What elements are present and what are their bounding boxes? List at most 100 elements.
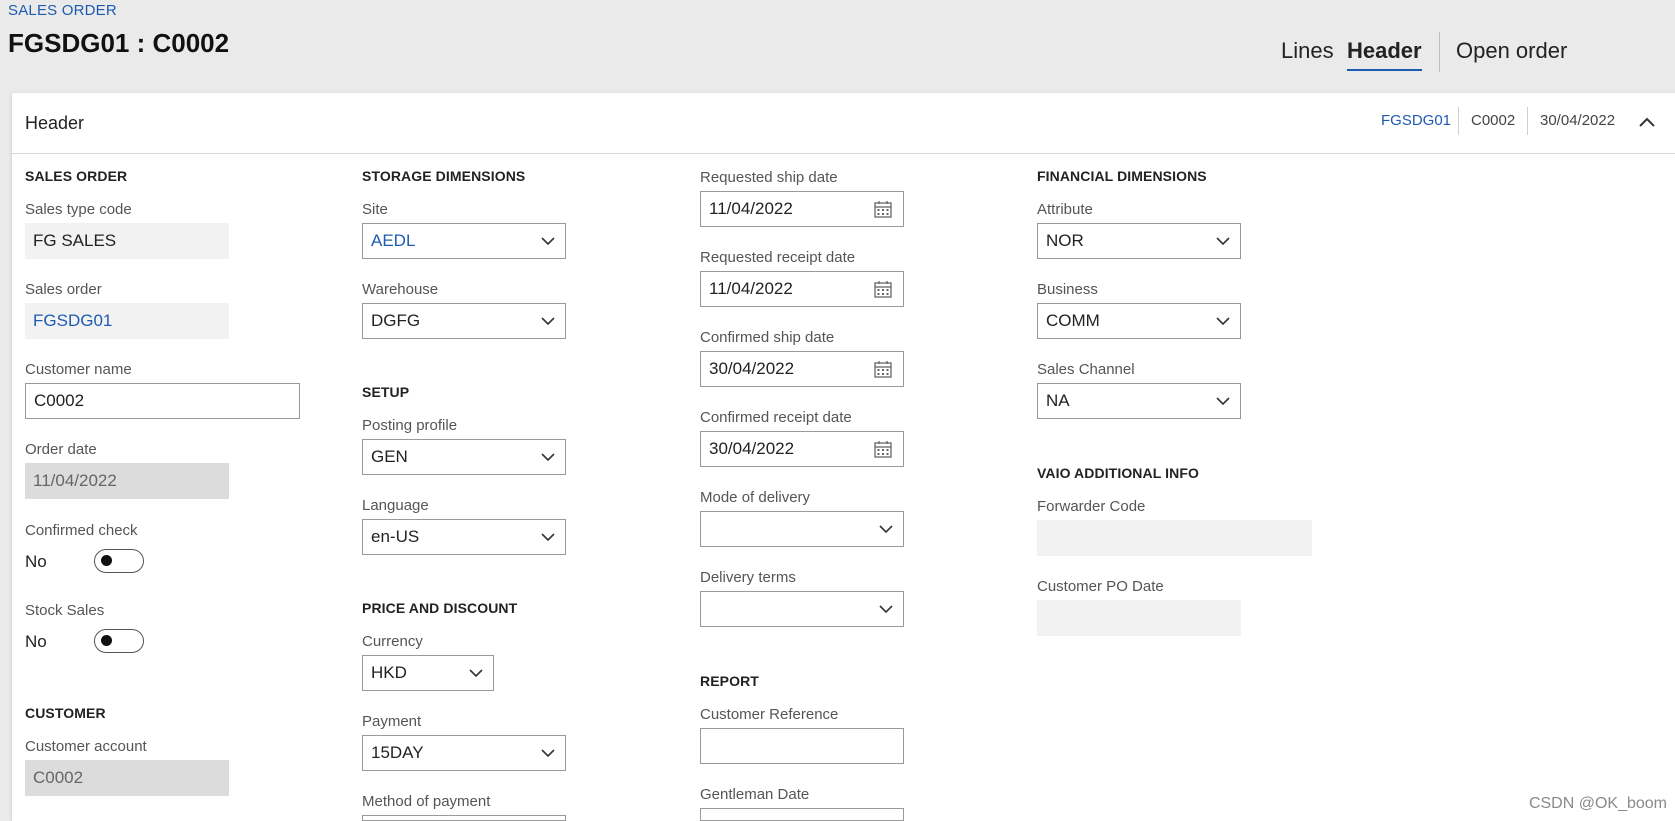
chevron-down-icon[interactable]	[541, 236, 555, 246]
tab-header[interactable]: Header	[1347, 38, 1422, 71]
sales-type-code-value: FG SALES	[33, 231, 117, 250]
attribute-value[interactable]: NOR	[1046, 231, 1216, 251]
chevron-down-icon[interactable]	[879, 524, 893, 534]
posting-profile-dropdown[interactable]: GEN	[362, 439, 566, 475]
customer-reference-input[interactable]	[700, 728, 904, 764]
tab-open-order[interactable]: Open order	[1456, 38, 1567, 64]
business-value[interactable]: COMM	[1046, 311, 1216, 331]
chevron-down-icon[interactable]	[541, 532, 555, 542]
language-dropdown[interactable]: en-US	[362, 519, 566, 555]
stock-sales-label: Stock Sales	[25, 602, 105, 619]
sales-order-value[interactable]: FGSDG01	[33, 311, 221, 331]
confirmed-receipt-date-value[interactable]: 30/04/2022	[709, 439, 873, 459]
posting-profile-value[interactable]: GEN	[371, 447, 541, 467]
sales-order-field[interactable]: FGSDG01	[25, 303, 229, 339]
confirmed-receipt-date-input[interactable]: 30/04/2022	[700, 431, 904, 467]
requested-ship-date-input[interactable]: 11/04/2022	[700, 191, 904, 227]
site-label: Site	[362, 201, 388, 218]
customer-account-label: Customer account	[25, 738, 147, 755]
customer-reference-label: Customer Reference	[700, 706, 839, 723]
customer-name-value[interactable]: C0002	[34, 391, 291, 411]
business-dropdown[interactable]: COMM	[1037, 303, 1241, 339]
posting-profile-label: Posting profile	[362, 417, 458, 434]
chevron-down-icon[interactable]	[1216, 316, 1230, 326]
customer-po-date-label: Customer PO Date	[1037, 578, 1164, 595]
requested-receipt-date-value[interactable]: 11/04/2022	[709, 279, 873, 299]
sales-order-label: Sales order	[25, 281, 102, 298]
watermark: CSDN @OK_boom	[1528, 795, 1667, 812]
mode-of-delivery-dropdown[interactable]	[700, 511, 904, 547]
sales-channel-dropdown[interactable]: NA	[1037, 383, 1241, 419]
site-value[interactable]: AEDL	[371, 231, 541, 251]
gentleman-date-input[interactable]	[700, 808, 904, 821]
customer-po-date-field	[1037, 600, 1241, 636]
section-heading-sales-order: SALES ORDER	[25, 168, 128, 184]
chevron-down-icon[interactable]	[1216, 396, 1230, 406]
payment-label: Payment	[362, 713, 422, 730]
requested-ship-date-label: Requested ship date	[700, 169, 838, 186]
currency-dropdown[interactable]: HKD	[362, 655, 494, 691]
confirmed-check-label: Confirmed check	[25, 522, 138, 539]
stock-sales-toggle[interactable]	[94, 629, 144, 653]
section-heading-setup: SETUP	[362, 384, 410, 400]
customer-name-label: Customer name	[25, 361, 132, 378]
currency-value[interactable]: HKD	[371, 663, 469, 683]
chevron-down-icon[interactable]	[879, 604, 893, 614]
attribute-label: Attribute	[1037, 201, 1093, 218]
tab-active-indicator	[1347, 69, 1422, 71]
section-heading-price-discount: PRICE AND DISCOUNT	[362, 600, 518, 616]
page-title: FGSDG01 : C0002	[8, 28, 230, 58]
warehouse-dropdown[interactable]: DGFG	[362, 303, 566, 339]
requested-receipt-date-label: Requested receipt date	[700, 249, 856, 266]
warehouse-label: Warehouse	[362, 281, 439, 298]
calendar-icon[interactable]	[873, 279, 893, 299]
requested-receipt-date-input[interactable]: 11/04/2022	[700, 271, 904, 307]
summary-customer: C0002	[1471, 112, 1516, 129]
business-label: Business	[1037, 281, 1098, 298]
confirmed-check-toggle[interactable]	[94, 549, 144, 573]
tab-lines[interactable]: Lines	[1281, 38, 1334, 64]
payment-dropdown[interactable]: 15DAY	[362, 735, 566, 771]
order-date-label: Order date	[25, 441, 97, 458]
section-heading-customer: CUSTOMER	[25, 705, 106, 721]
delivery-terms-dropdown[interactable]	[700, 591, 904, 627]
chevron-down-icon[interactable]	[541, 316, 555, 326]
stock-sales-state: No	[25, 632, 47, 651]
calendar-icon[interactable]	[873, 439, 893, 459]
chevron-down-icon[interactable]	[541, 452, 555, 462]
delivery-terms-label: Delivery terms	[700, 569, 796, 586]
sales-channel-value[interactable]: NA	[1046, 391, 1216, 411]
section-heading-storage-dimensions: STORAGE DIMENSIONS	[362, 168, 526, 184]
customer-name-input[interactable]: C0002	[25, 383, 300, 419]
site-dropdown[interactable]: AEDL	[362, 223, 566, 259]
toggle-knob	[101, 635, 112, 646]
breadcrumb[interactable]: SALES ORDER	[8, 2, 117, 19]
summary-date: 30/04/2022	[1540, 112, 1616, 129]
confirmed-ship-date-value[interactable]: 30/04/2022	[709, 359, 873, 379]
tab-header-label: Header	[1347, 38, 1422, 63]
calendar-icon[interactable]	[873, 359, 893, 379]
calendar-icon[interactable]	[873, 199, 893, 219]
customer-account-field: C0002	[25, 760, 229, 796]
panel-title: Header	[25, 113, 85, 133]
method-of-payment-label: Method of payment	[362, 793, 491, 810]
chevron-down-icon[interactable]	[541, 748, 555, 758]
order-date-value: 11/04/2022	[33, 471, 117, 490]
summary-order-link[interactable]: FGSDG01	[1381, 112, 1451, 129]
warehouse-value[interactable]: DGFG	[371, 311, 541, 331]
chevron-down-icon[interactable]	[1216, 236, 1230, 246]
method-of-payment-dropdown[interactable]	[362, 815, 566, 821]
mode-of-delivery-label: Mode of delivery	[700, 489, 811, 506]
confirmed-receipt-date-label: Confirmed receipt date	[700, 409, 852, 426]
attribute-dropdown[interactable]: NOR	[1037, 223, 1241, 259]
confirmed-ship-date-input[interactable]: 30/04/2022	[700, 351, 904, 387]
chevron-down-icon[interactable]	[469, 668, 483, 678]
sales-type-code-field: FG SALES	[25, 223, 229, 259]
section-heading-financial-dimensions: FINANCIAL DIMENSIONS	[1037, 168, 1207, 184]
chevron-up-icon[interactable]	[1639, 116, 1655, 128]
language-label: Language	[362, 497, 429, 514]
forwarder-code-label: Forwarder Code	[1037, 498, 1146, 515]
requested-ship-date-value[interactable]: 11/04/2022	[709, 199, 873, 219]
payment-value[interactable]: 15DAY	[371, 743, 541, 763]
language-value[interactable]: en-US	[371, 527, 541, 547]
